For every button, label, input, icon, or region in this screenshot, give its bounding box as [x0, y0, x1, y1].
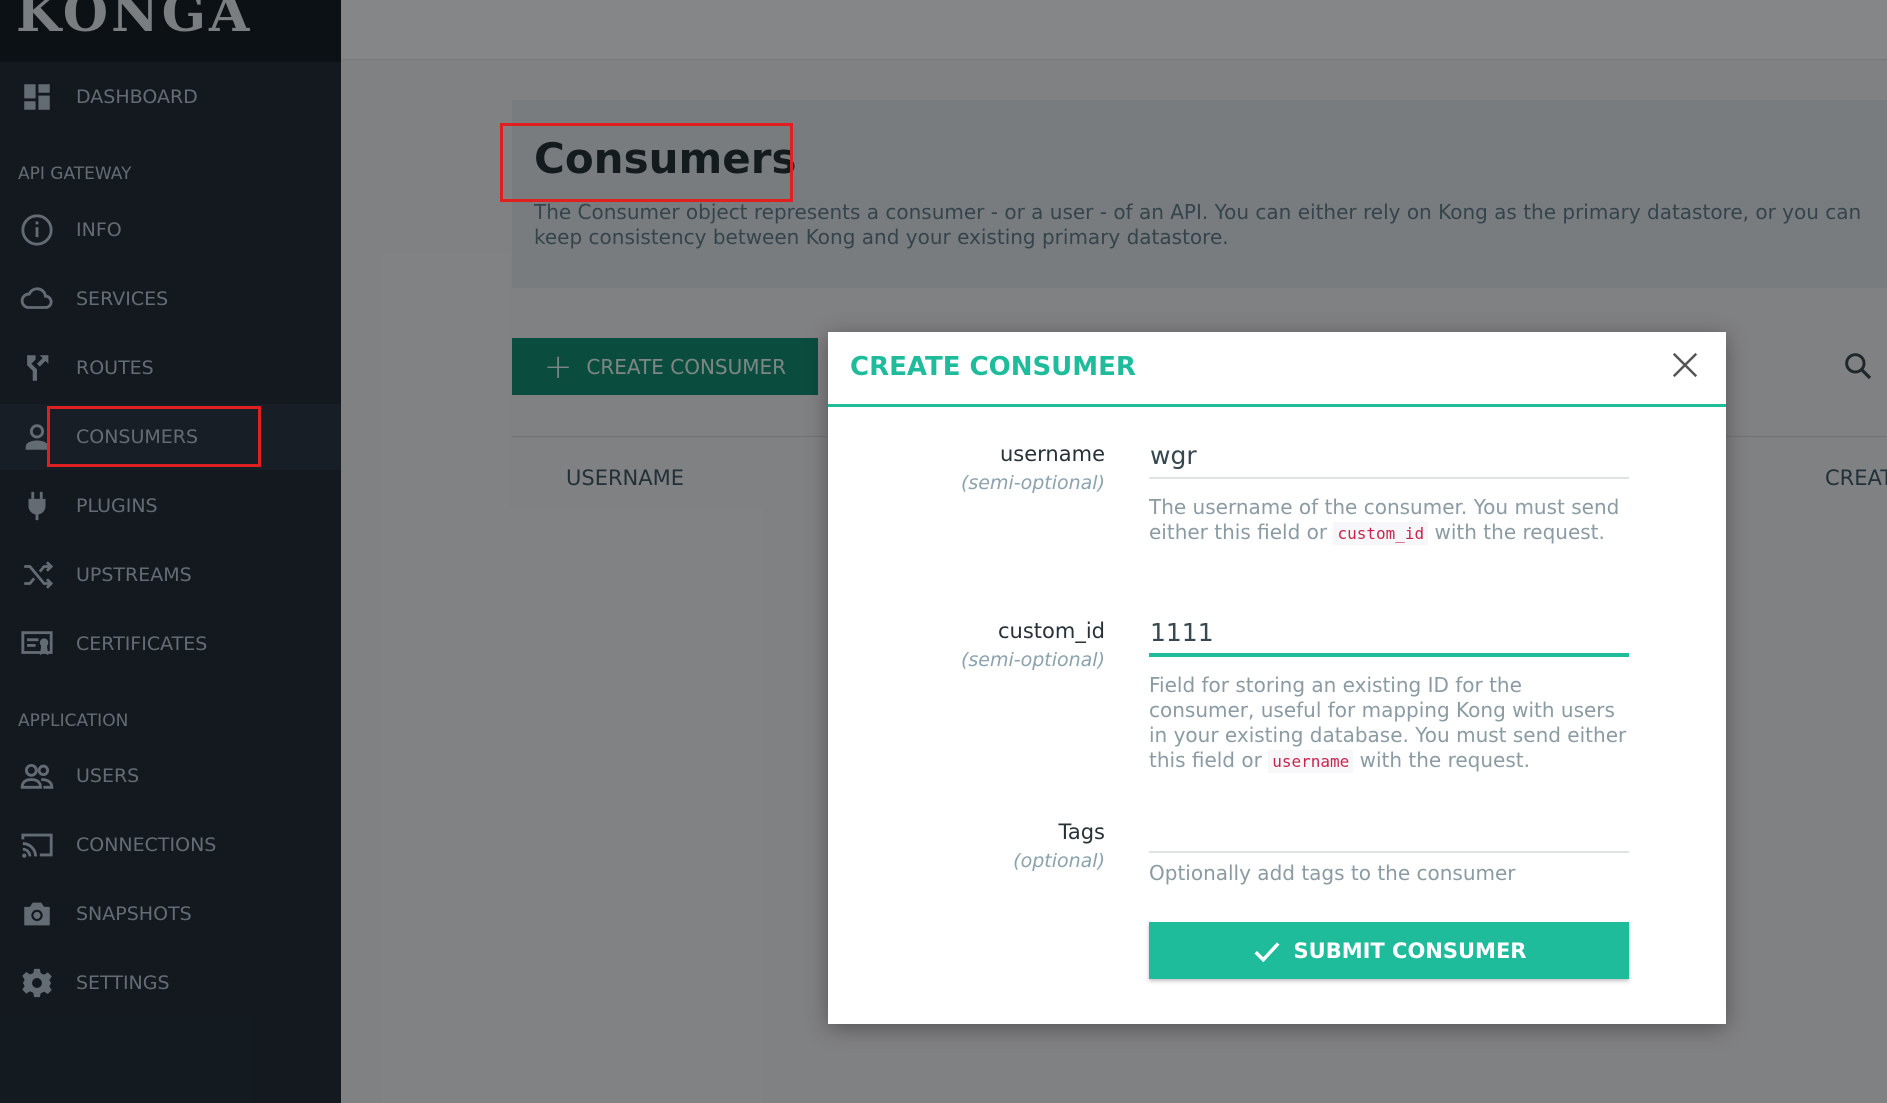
- username-code: username: [1268, 750, 1354, 773]
- modal-header: CREATE CONSUMER: [828, 332, 1726, 407]
- check-icon: [1254, 941, 1280, 962]
- custom-id-help: Field for storing an existing ID for the…: [1149, 673, 1629, 774]
- custom-id-help-text-end: with the request.: [1353, 748, 1530, 772]
- custom-id-code: custom_id: [1333, 522, 1429, 545]
- custom-id-input[interactable]: [1149, 611, 1629, 657]
- create-consumer-modal: CREATE CONSUMER username (semi-optional)…: [828, 332, 1726, 1024]
- submit-consumer-label: SUBMIT CONSUMER: [1293, 938, 1527, 963]
- tags-input[interactable]: [1149, 807, 1629, 853]
- close-icon[interactable]: [1670, 350, 1700, 380]
- modal-title: CREATE CONSUMER: [850, 352, 1136, 382]
- custom-id-label: custom_id: [998, 619, 1105, 643]
- tags-label: Tags: [1058, 820, 1106, 844]
- username-help-text-end: with the request.: [1428, 520, 1605, 544]
- submit-consumer-button[interactable]: SUBMIT CONSUMER: [1149, 922, 1629, 979]
- annotation-box-title: [500, 123, 793, 202]
- tags-sublabel: (optional): [1013, 850, 1105, 872]
- custom-id-sublabel: (semi-optional): [960, 649, 1105, 671]
- username-help: The username of the consumer. You must s…: [1149, 495, 1629, 546]
- username-label: username: [1000, 442, 1105, 466]
- username-sublabel: (semi-optional): [960, 472, 1105, 494]
- annotation-box-consumers: [47, 406, 261, 467]
- tags-help: Optionally add tags to the consumer: [1149, 861, 1516, 885]
- username-input[interactable]: [1149, 433, 1629, 479]
